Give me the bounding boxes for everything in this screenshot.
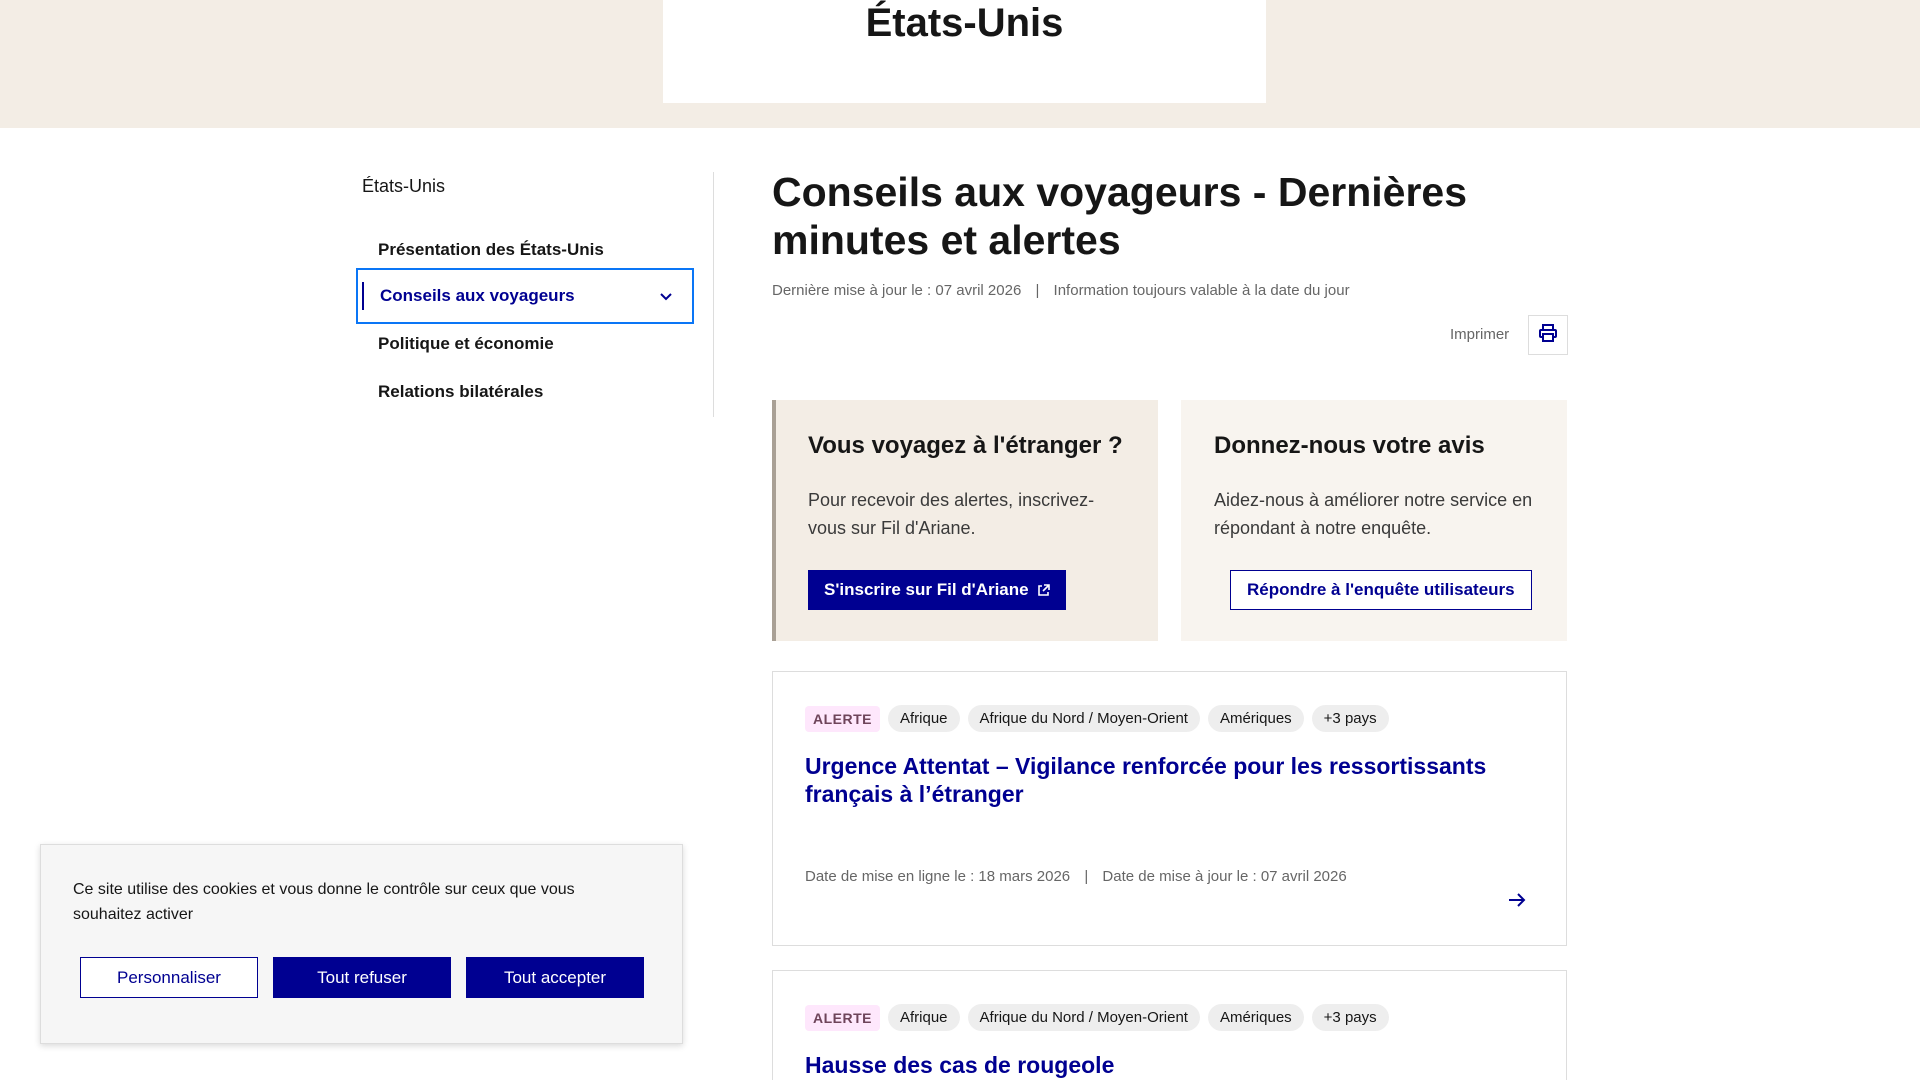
article-tags: ALERTE Afrique Afrique du Nord / Moyen-O…: [805, 705, 1389, 732]
arrow-right-icon[interactable]: [1508, 888, 1526, 914]
cookie-accept-button[interactable]: Tout accepter: [466, 957, 644, 998]
feedback-card: Donnez-nous votre avis Aidez-nous à amél…: [1181, 400, 1567, 641]
update-date: Date de mise à jour le : 07 avril 2026: [1102, 868, 1347, 885]
feedback-card-heading: Donnez-nous votre avis: [1214, 432, 1485, 459]
sidenav-heading: États-Unis: [362, 176, 446, 196]
sidebar-item-label: Relations bilatérales: [378, 382, 544, 401]
cookie-refuse-label: Tout refuser: [317, 967, 407, 987]
region-tag[interactable]: Afrique du Nord / Moyen-Orient: [967, 1004, 1200, 1031]
cookie-banner: Ce site utilise des cookies et vous donn…: [40, 844, 683, 1044]
fil-ariane-signup-button[interactable]: S'inscrire sur Fil d'Ariane: [808, 570, 1066, 610]
region-tag[interactable]: Afrique: [888, 1004, 960, 1031]
side-navigation: États-Unis Présentation des États-Unis C…: [356, 172, 714, 417]
feedback-card-text: Aidez-nous à améliorer notre service en …: [1214, 490, 1533, 538]
survey-button[interactable]: Répondre à l'enquête utilisateurs: [1230, 570, 1532, 610]
cookie-accept-label: Tout accepter: [503, 967, 607, 987]
survey-button-label: Répondre à l'enquête utilisateurs: [1247, 580, 1515, 599]
more-countries-tag[interactable]: +3 pays: [1311, 1004, 1389, 1031]
cookie-customize-label: Personnaliser: [117, 967, 221, 987]
region-tag[interactable]: Afrique du Nord / Moyen-Orient: [967, 705, 1200, 732]
external-link-icon: [1037, 583, 1050, 597]
alert-badge: ALERTE: [805, 705, 880, 732]
alert-article[interactable]: ALERTE Afrique Afrique du Nord / Moyen-O…: [772, 970, 1567, 1080]
sidebar-item-relations-bilaterales[interactable]: Relations bilatérales: [356, 364, 694, 420]
print-button[interactable]: [1528, 315, 1568, 355]
region-tag[interactable]: Afrique: [888, 705, 960, 732]
chevron-down-icon[interactable]: [660, 288, 672, 304]
sidebar-item-label: Conseils aux voyageurs: [380, 286, 575, 305]
print-label: Imprimer: [1450, 326, 1510, 343]
page-hero: États-Unis: [0, 0, 1920, 128]
hero-card: États-Unis: [663, 0, 1266, 103]
fil-ariane-button-label: S'inscrire sur Fil d'Ariane: [824, 580, 1029, 599]
page-title: Conseils aux voyageurs - Dernières minut…: [772, 169, 1468, 263]
cookie-refuse-button[interactable]: Tout refuser: [273, 957, 451, 998]
sidebar-item-label: Présentation des États-Unis: [378, 240, 604, 259]
page-meta: Dernière mise à jour le : 07 avril 2026 …: [772, 282, 1350, 299]
country-title: États-Unis: [865, 1, 1064, 45]
region-tag[interactable]: Amériques: [1207, 1004, 1304, 1031]
article-title-link[interactable]: Urgence Attentat – Vigilance renforcée p…: [805, 752, 1505, 808]
more-countries-tag[interactable]: +3 pays: [1311, 705, 1389, 732]
validity-note: Information toujours valable à la date d…: [1053, 282, 1350, 299]
article-dates: Date de mise en ligne le : 18 mars 2026 …: [805, 868, 1347, 885]
alert-article[interactable]: ALERTE Afrique Afrique du Nord / Moyen-O…: [772, 671, 1567, 946]
cookie-customize-button[interactable]: Personnaliser: [80, 957, 258, 998]
cookie-message: Ce site utilise des cookies et vous donn…: [73, 881, 575, 923]
meta-separator: |: [1084, 868, 1089, 885]
article-tags: ALERTE Afrique Afrique du Nord / Moyen-O…: [805, 1004, 1389, 1031]
publish-date: Date de mise en ligne le : 18 mars 2026: [805, 868, 1071, 885]
travel-card-text: Pour recevoir des alertes, inscrivez-vou…: [808, 490, 1095, 538]
last-update-date: Dernière mise à jour le : 07 avril 2026: [772, 282, 1022, 299]
printer-icon: [1538, 323, 1558, 348]
travel-card-heading: Vous voyagez à l'étranger ?: [808, 432, 1123, 459]
meta-separator: |: [1035, 282, 1040, 299]
travel-alert-card: Vous voyagez à l'étranger ? Pour recevoi…: [772, 400, 1158, 641]
alert-badge: ALERTE: [805, 1004, 880, 1031]
region-tag[interactable]: Amériques: [1207, 705, 1304, 732]
article-title-link[interactable]: Hausse des cas de rougeole: [805, 1051, 1505, 1079]
sidebar-item-label: Politique et économie: [378, 334, 554, 353]
